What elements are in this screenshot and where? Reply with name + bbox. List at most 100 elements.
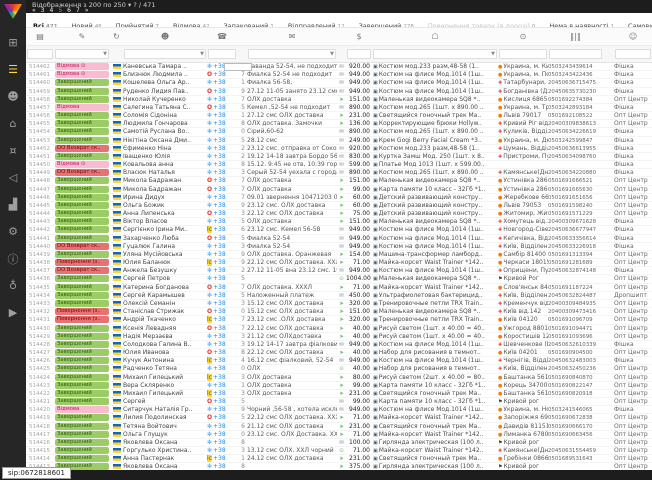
customer-name[interactable]: Вера Скляренко: [123, 382, 207, 389]
table-row[interactable]: 514440 DO Возврат ск.. Гуцалюк Галина ✻+…: [26, 243, 652, 251]
product-cell[interactable]: ▣Костюм на флисе Мод.1014 (1ш..: [372, 71, 498, 78]
filter-dropdown-icon[interactable]: ▼: [200, 50, 204, 59]
phone-cell[interactable]: O+38: [207, 177, 237, 184]
customer-name[interactable]: Катерина Богданова: [123, 284, 207, 291]
address-cell[interactable]: ⚑Кривой рог: [498, 398, 548, 405]
customer-name[interactable]: Анжела Безушку: [123, 267, 207, 274]
product-cell[interactable]: ▣Костюм мод.233 разм,48-58 (1..: [372, 63, 498, 70]
tracking-number[interactable]: 20450631554459: [548, 447, 603, 454]
customer-name[interactable]: Ксенія Левадняя: [123, 325, 207, 332]
phone-cell[interactable]: ✻+38: [207, 169, 237, 176]
product-cell[interactable]: ▣Рисуй светом (1шт. x 40.00 = 40..: [372, 325, 498, 332]
chat-icon[interactable]: ✉: [247, 32, 337, 41]
filter-input[interactable]: ▼: [373, 49, 497, 59]
address-cell[interactable]: ●Украина, м. По..: [498, 71, 548, 78]
address-cell[interactable]: ✚Київ, Відділенн..: [498, 365, 548, 372]
phone-cell[interactable]: O+38: [207, 414, 237, 421]
phone-cell[interactable]: O+38: [207, 308, 237, 315]
status-badge[interactable]: Завершений: [55, 365, 109, 372]
address-cell[interactable]: ●Давидів 81151: [498, 423, 548, 430]
status-badge[interactable]: Завершений: [55, 112, 109, 119]
table-row[interactable]: 514430 Завершений Ксенія Левадняя O+38 7…: [26, 325, 652, 333]
product-cell[interactable]: ▣Костюм на флисе Мод.1014 (1ш..: [372, 341, 498, 348]
pager-page-7[interactable]: 7: [76, 7, 81, 14]
table-row[interactable]: 514452 DO Возврат ск.. Єфименко Ніна ✻+3…: [26, 145, 652, 153]
chevron-down-icon[interactable]: ▾: [128, 1, 131, 9]
table-row[interactable]: 514461 Відмова ⊙ Близнюк Людмила .. O+38…: [26, 71, 652, 79]
tracking-number[interactable]: 0503243439614: [548, 63, 603, 70]
table-row[interactable]: 514462 Відмова ⊙ Каневська Тамара .. ✻+3…: [26, 63, 652, 71]
tracking-number[interactable]: 20450634098760: [548, 153, 603, 160]
phone-cell[interactable]: ✻+38: [207, 218, 237, 225]
status-badge[interactable]: Повернення (з..: [55, 316, 109, 323]
status-badge[interactable]: Завершений: [55, 431, 109, 438]
address-cell[interactable]: ●Украина, м. Тро..: [498, 104, 548, 111]
customer-name[interactable]: Радченко Тетяна: [123, 365, 207, 372]
phone-cell[interactable]: O+38: [207, 104, 237, 111]
table-row[interactable]: 514447 Завершений Микола Бадражан O+38 7…: [26, 186, 652, 194]
product-cell[interactable]: ▣Костюм на флисе Мод.1014 (1ш..: [372, 226, 498, 233]
phone-cell[interactable]: lc+38: [207, 316, 237, 323]
filter-input[interactable]: [347, 49, 371, 59]
tab-Запакований[interactable]: Запакований1: [217, 20, 281, 28]
status-badge[interactable]: Завершений: [55, 275, 109, 282]
phone-cell[interactable]: ✻+38: [207, 161, 237, 168]
comment-cell[interactable]: 22.12 смс ОЛХ доставка. ХХХЛ: [247, 414, 337, 421]
comment-cell[interactable]: ОЛХ: [247, 365, 337, 372]
product-cell[interactable]: ▣Костюм мод.265 (1шт. x 890.00 ..: [372, 169, 498, 176]
video-icon[interactable]: ▶: [0, 299, 26, 326]
finances-icon[interactable]: ¤: [0, 137, 26, 164]
tracking-number[interactable]: 20450632824487: [548, 292, 603, 299]
status-badge[interactable]: Завершений: [55, 398, 109, 405]
customer-name[interactable]: Микола Бадражан: [123, 186, 207, 193]
status-badge[interactable]: Відмова ⊙: [55, 161, 109, 168]
status-badge[interactable]: Відмова: [55, 406, 109, 413]
table-row[interactable]: 514428 Завершений Солодкова Галина В.. ✻…: [26, 341, 652, 349]
dashboard-icon[interactable]: ⊞: [0, 29, 26, 56]
product-cell[interactable]: ▣Крем Gogi Berry Facial Cream *3..: [372, 137, 498, 144]
comment-cell[interactable]: 15.12 смс ОЛХ доставка: [247, 308, 337, 315]
app-logo-icon[interactable]: [4, 4, 22, 19]
customer-name[interactable]: Солодкова Галина В..: [123, 341, 207, 348]
product-cell[interactable]: ▣Гирлянда электрическая (100 л..: [372, 439, 498, 446]
product-cell[interactable]: ▣Костюм мод.265 (1шт. x 890.00 ..: [372, 104, 498, 111]
phone-cell[interactable]: ✻+38: [207, 202, 237, 209]
customer-name[interactable]: Михаил Гилецький: [123, 390, 207, 397]
tracking-number[interactable]: 0503241546065: [548, 406, 603, 413]
table-row[interactable]: 514433 Завершений Олексій Семанін ✻+38 3…: [26, 300, 652, 308]
address-cell[interactable]: ●Устинівка 28600: [498, 177, 548, 184]
comment-cell[interactable]: 23.12 смс. отправка от Сокол..: [247, 145, 337, 152]
phone-cell[interactable]: O+38: [207, 235, 237, 242]
status-badge[interactable]: Завершений: [55, 186, 109, 193]
customer-name[interactable]: Віктор Власов: [123, 218, 207, 225]
status-badge[interactable]: Завершений: [55, 128, 109, 135]
phone-cell[interactable]: ✻+38: [207, 341, 237, 348]
comment-cell[interactable]: Лаванда 52-54, не подходит: [247, 63, 337, 70]
product-cell[interactable]: ▣Костюм на флисе Мод.1014 (1ш..: [372, 406, 498, 413]
tab-Новий[interactable]: Новий48: [65, 20, 109, 28]
tracking-number[interactable]: 0501690904500: [548, 349, 603, 356]
comment-cell[interactable]: 24.12 смс ОЛХ доставка: [247, 455, 337, 462]
phone-icon[interactable]: ☎: [207, 32, 237, 41]
phone-cell[interactable]: lc+38: [207, 390, 237, 397]
address-cell[interactable]: ●Лиманка 67803: [498, 431, 548, 438]
table-row[interactable]: 514427 Завершений Юлия Иванова O+38 8 22…: [26, 349, 652, 357]
product-cell[interactable]: ▣Карта памяти 10 класс - 32Гб *1..: [372, 382, 498, 389]
status-badge[interactable]: DO Возврат ск..: [55, 267, 109, 274]
phone-cell[interactable]: ✻+38: [207, 365, 237, 372]
table-row[interactable]: 514455 Завершений Людмила Гончарова ✻+38…: [26, 120, 652, 128]
comment-cell[interactable]: Наложенный платеж: [247, 292, 337, 299]
tracking-number[interactable]: 20400309671628: [548, 218, 603, 225]
table-row[interactable]: 514426 Завершений Кучук Антонина lc+38 4…: [26, 357, 652, 365]
comment-cell[interactable]: ОЛХ доставка. ХХХЛ: [247, 284, 337, 291]
pager-page-6[interactable]: 6: [67, 7, 72, 14]
table-row[interactable]: 514446 Завершений Ирина Дидух ✻+38 7 09.…: [26, 194, 652, 202]
product-cell[interactable]: ▣Светящийся гоночный трек Ма..: [372, 112, 498, 119]
phone-cell[interactable]: O+38: [207, 349, 237, 356]
phone-cell[interactable]: ✻+38: [207, 96, 237, 103]
tracking-number[interactable]: 20450632874148: [548, 267, 603, 274]
comment-cell[interactable]: ОЛХ доставка: [247, 218, 337, 225]
statistics-icon[interactable]: ▟: [0, 191, 26, 218]
product-cell[interactable]: ▣Майка-корсет Waist Trainer *142..: [372, 259, 498, 266]
address-cell[interactable]: ●Слов'янськ 84..: [498, 284, 548, 291]
